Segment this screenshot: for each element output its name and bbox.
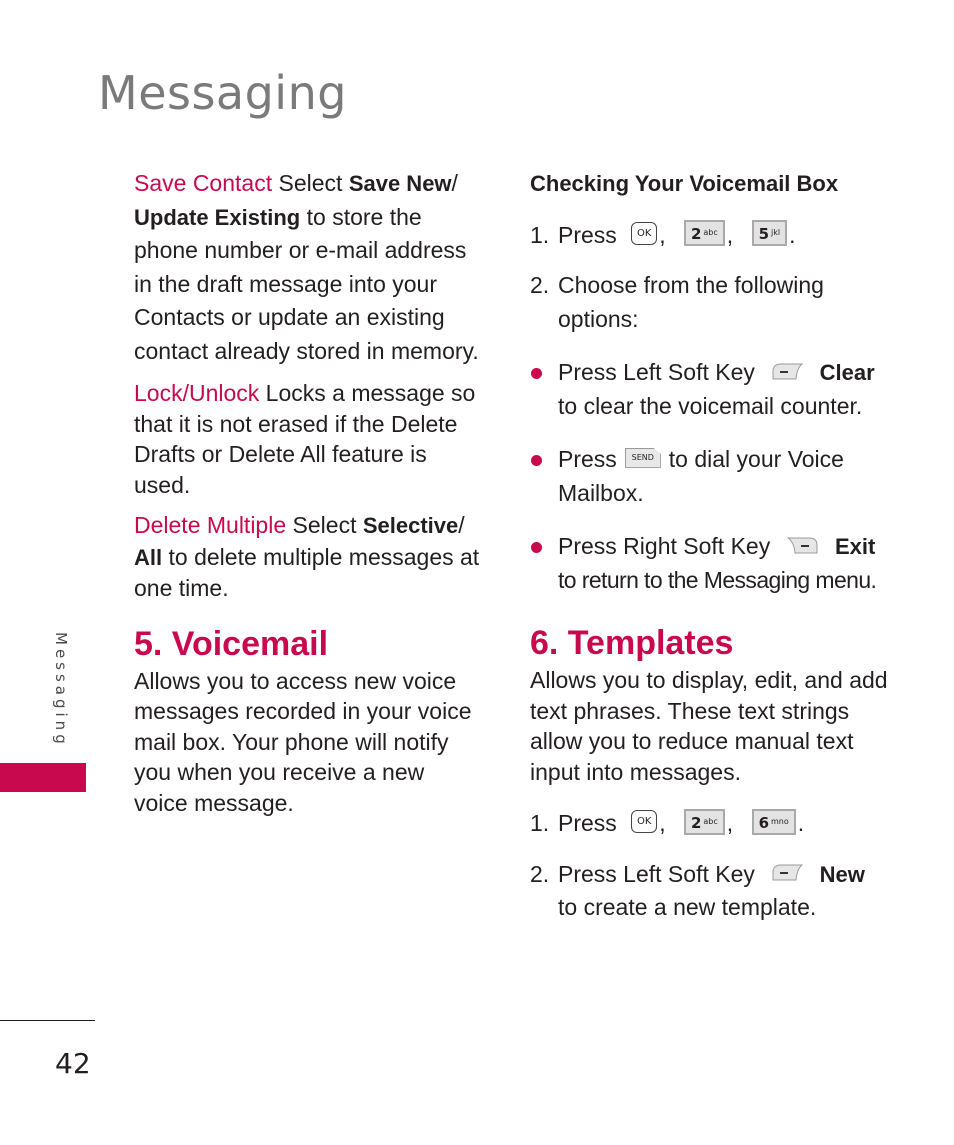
text: Select <box>286 512 363 538</box>
exit-label: Exit <box>834 534 876 559</box>
key-letters: jkl <box>771 228 781 238</box>
step-number: 1. <box>530 810 550 836</box>
step-label: Press <box>558 221 617 248</box>
step-label: Press <box>558 810 617 836</box>
key-letters: mno <box>771 816 789 826</box>
key-5-jkl-icon: 5 jkl <box>751 220 788 247</box>
bullet-pre: Press Left Soft Key <box>558 359 755 385</box>
checking-step-1: 1. Press OK, 2 abc, 5 jkl. <box>530 219 890 253</box>
voicemail-body: Allows you to access new voice messages … <box>134 667 472 816</box>
term-save-contact: Save Contact <box>134 170 273 196</box>
comma: , <box>659 810 666 836</box>
step-number: 2. <box>530 272 550 298</box>
templates-step-1: 1. Press OK, 2 abc, 6 mno. <box>530 807 890 841</box>
new-label: New <box>819 861 865 887</box>
bullet-exit: Press Right Soft Key Exit to return to t… <box>530 530 890 597</box>
templates-step-2: 2. Press Left Soft Key New to create a n… <box>530 858 890 925</box>
bullet-text: Press Left Soft Key Clear to clear the v… <box>558 356 890 423</box>
step-text: Press OK, 2 abc, 6 mno. <box>558 807 890 841</box>
send-key-icon: SEND <box>624 447 661 468</box>
ok-key-icon: OK <box>631 221 658 245</box>
save-contact-paragraph: Save Contact Select Save New/ Update Exi… <box>134 167 484 368</box>
left-column: Save Contact Select Save New/ Update Exi… <box>134 167 484 818</box>
text: / <box>458 512 465 538</box>
lock-unlock-paragraph: Lock/Unlock Locks a message so that it i… <box>134 378 484 500</box>
bullet-post: to clear the voicemail counter. <box>558 392 863 419</box>
bullet-pre: Press Right Soft Key <box>558 533 771 559</box>
checking-step-2: 2. Choose from the following options: <box>530 269 890 336</box>
option-selective: Selective <box>362 513 459 538</box>
step-text: Choose from the following options: <box>558 272 824 332</box>
key-6-mno-icon: 6 mno <box>751 808 796 835</box>
step-post: to create a new template. <box>558 894 817 920</box>
key-digit: 5 <box>758 225 770 244</box>
text: Select <box>272 170 349 196</box>
option-save-new: Save New <box>348 171 452 196</box>
step-number: 1. <box>530 221 550 248</box>
key-letters: abc <box>703 816 718 826</box>
bullet-dot-icon <box>530 356 558 423</box>
key-digit: 2 <box>690 813 702 832</box>
footer-rule <box>0 1020 95 1021</box>
bullet-clear: Press Left Soft Key Clear to clear the v… <box>530 356 890 423</box>
option-all: All <box>134 544 163 570</box>
bullet-text: Press SEND to dial your Voice Mailbox. <box>558 443 890 510</box>
bullet-dot-icon <box>530 530 558 597</box>
step-text: Press OK, 2 abc, 5 jkl. <box>558 219 890 253</box>
right-soft-key-icon <box>786 537 818 554</box>
step-text: Press Left Soft Key New to create a new … <box>558 858 890 925</box>
side-tab-marker <box>0 763 86 792</box>
comma: , <box>726 810 734 836</box>
side-tab-label: Messaging <box>52 632 70 748</box>
left-soft-key-icon <box>772 864 804 881</box>
bullet-pre: Press <box>558 446 617 472</box>
comma: , <box>726 221 734 248</box>
comma: , <box>659 221 666 248</box>
option-update-existing: Update Existing <box>134 204 301 230</box>
step-pre: Press Left Soft Key <box>558 860 755 887</box>
key-letters: abc <box>703 228 718 238</box>
ok-key-icon: OK <box>631 810 658 834</box>
step-number: 2. <box>530 860 550 887</box>
page-title: Messaging <box>98 66 347 120</box>
bullet-dot-icon <box>530 443 558 510</box>
templates-heading: 6. Templates <box>530 624 734 662</box>
key-2-abc-icon: 2 abc <box>683 808 725 835</box>
page-number: 42 <box>55 1047 91 1080</box>
delete-multiple-paragraph: Delete Multiple Select Selective/ All to… <box>134 510 484 604</box>
left-soft-key-icon <box>772 363 804 380</box>
templates-body: Allows you to display, edit, and add tex… <box>530 667 888 785</box>
text: to delete multiple messages at one time. <box>134 543 480 602</box>
period: . <box>789 221 796 248</box>
voicemail-heading: 5. Voicemail <box>134 624 329 663</box>
checking-voicemail-subheading: Checking Your Voicemail Box <box>530 171 839 196</box>
bullet-send: Press SEND to dial your Voice Mailbox. <box>530 443 890 510</box>
key-digit: 2 <box>690 225 702 244</box>
term-lock-unlock: Lock/Unlock <box>134 380 260 406</box>
text: / <box>451 170 458 196</box>
right-column: Checking Your Voicemail Box 1. Press OK,… <box>530 167 890 942</box>
period: . <box>797 810 805 836</box>
key-digit: 6 <box>758 813 770 832</box>
bullet-text: Press Right Soft Key Exit to return to t… <box>558 530 890 597</box>
term-delete-multiple: Delete Multiple <box>134 512 287 538</box>
key-2-abc-icon: 2 abc <box>683 220 725 247</box>
clear-label: Clear <box>819 360 875 385</box>
bullet-post: to return to the Messaging menu. <box>558 566 877 593</box>
